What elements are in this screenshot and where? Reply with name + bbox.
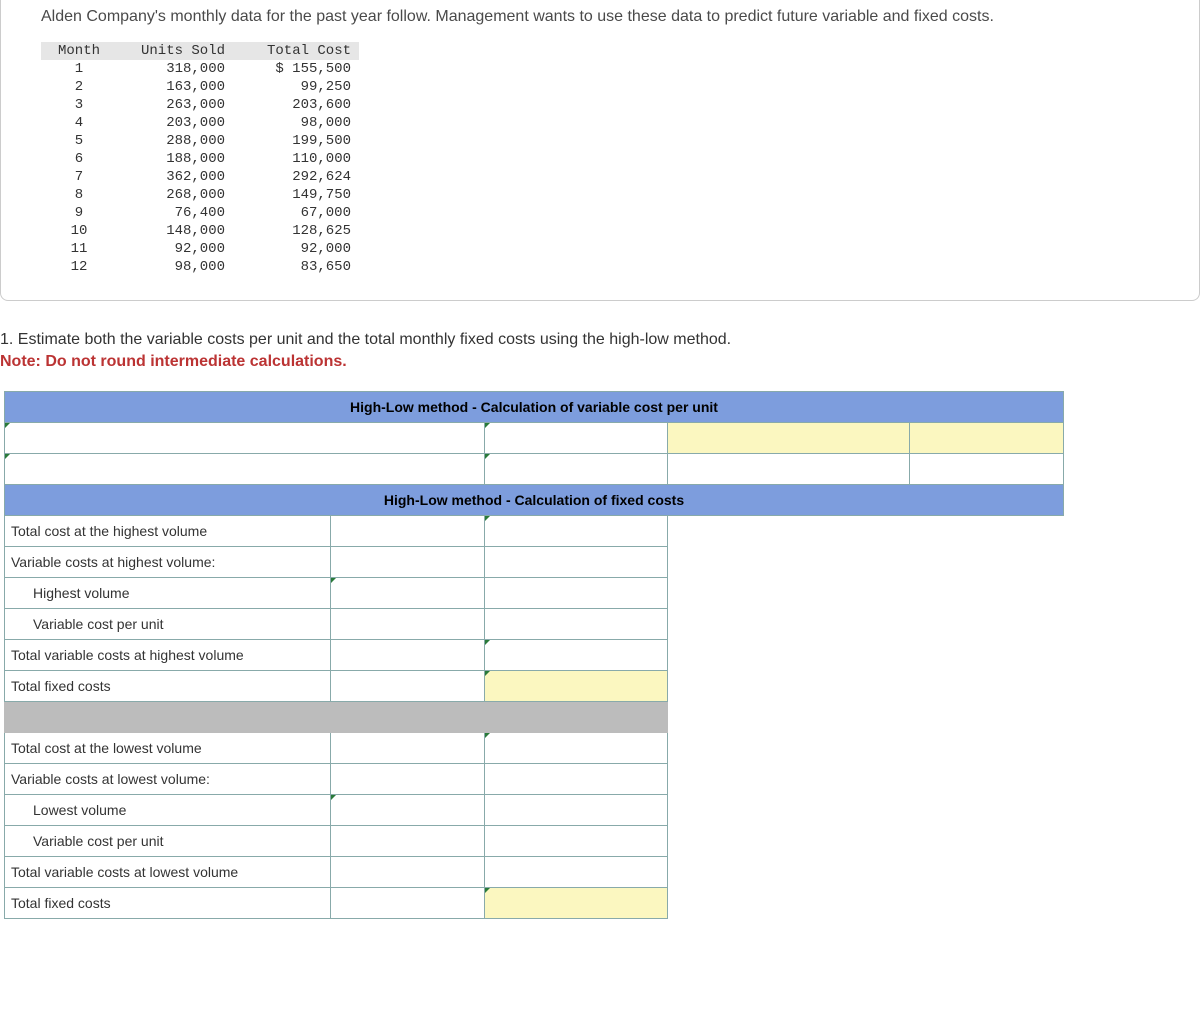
- label-low-vol: Lowest volume: [5, 795, 331, 826]
- section-header-variable: High-Low method - Calculation of variabl…: [5, 392, 1064, 423]
- data-cost: 199,500: [233, 132, 359, 150]
- data-units: 148,000: [117, 222, 233, 240]
- data-cost: 128,625: [233, 222, 359, 240]
- data-month: 10: [41, 222, 117, 240]
- col-header-month: Month: [41, 42, 117, 60]
- data-month: 3: [41, 96, 117, 114]
- fc-varhigh-b[interactable]: [485, 547, 668, 578]
- data-month: 11: [41, 240, 117, 258]
- data-units: 263,000: [117, 96, 233, 114]
- data-units: 362,000: [117, 168, 233, 186]
- label-high-vol: Highest volume: [5, 578, 331, 609]
- data-cost: 92,000: [233, 240, 359, 258]
- fc-fixed1-b[interactable]: [485, 671, 668, 702]
- data-cost: 83,650: [233, 258, 359, 276]
- data-cost: 67,000: [233, 204, 359, 222]
- data-month: 12: [41, 258, 117, 276]
- monthly-data-table: Month Units Sold Total Cost 1318,000$ 15…: [41, 42, 359, 276]
- data-month: 9: [41, 204, 117, 222]
- vc-val-1b[interactable]: [668, 423, 909, 454]
- intro-text: Alden Company's monthly data for the pas…: [41, 8, 1159, 26]
- fc-lowvol-b[interactable]: [485, 795, 668, 826]
- vc-val-2b[interactable]: [668, 454, 909, 485]
- label-total-low: Total cost at the lowest volume: [5, 733, 331, 764]
- vc-val-1c[interactable]: [909, 423, 1064, 454]
- fc-tvchigh-a[interactable]: [330, 640, 484, 671]
- data-units: 203,000: [117, 114, 233, 132]
- label-fixed-2: Total fixed costs: [5, 888, 331, 919]
- vc-desc-2[interactable]: [5, 454, 485, 485]
- fc-tvclow-b[interactable]: [485, 857, 668, 888]
- data-cost: 98,000: [233, 114, 359, 132]
- data-cost: 99,250: [233, 78, 359, 96]
- fc-tvclow-a[interactable]: [330, 857, 484, 888]
- fc-low-total-a[interactable]: [330, 733, 484, 764]
- data-cost: $ 155,500: [233, 60, 359, 78]
- fc-fixed2-a[interactable]: [330, 888, 484, 919]
- data-units: 92,000: [117, 240, 233, 258]
- note-text: Note: Do not round intermediate calculat…: [0, 353, 1200, 371]
- col-header-units: Units Sold: [117, 42, 233, 60]
- label-vcpu-2: Variable cost per unit: [5, 826, 331, 857]
- data-units: 76,400: [117, 204, 233, 222]
- fc-highvol-b[interactable]: [485, 578, 668, 609]
- data-month: 1: [41, 60, 117, 78]
- vc-val-1a[interactable]: [485, 423, 668, 454]
- fc-vcpu1-b[interactable]: [485, 609, 668, 640]
- vc-val-2a[interactable]: [485, 454, 668, 485]
- fc-fixed1-a[interactable]: [330, 671, 484, 702]
- data-units: 288,000: [117, 132, 233, 150]
- data-cost: 110,000: [233, 150, 359, 168]
- vc-desc-1[interactable]: [5, 423, 485, 454]
- problem-context: Alden Company's monthly data for the pas…: [0, 0, 1200, 301]
- label-vcpu-1: Variable cost per unit: [5, 609, 331, 640]
- data-units: 318,000: [117, 60, 233, 78]
- data-month: 7: [41, 168, 117, 186]
- label-var-low: Variable costs at lowest volume:: [5, 764, 331, 795]
- data-units: 268,000: [117, 186, 233, 204]
- data-cost: 203,600: [233, 96, 359, 114]
- fc-varlow-b[interactable]: [485, 764, 668, 795]
- data-month: 6: [41, 150, 117, 168]
- vc-val-2c[interactable]: [909, 454, 1064, 485]
- col-header-cost: Total Cost: [233, 42, 359, 60]
- label-total-high: Total cost at the highest volume: [5, 516, 331, 547]
- fc-lowvol-a[interactable]: [330, 795, 484, 826]
- data-month: 2: [41, 78, 117, 96]
- section-header-fixed: High-Low method - Calculation of fixed c…: [5, 485, 1064, 516]
- separator-row: [5, 702, 668, 733]
- label-var-high: Variable costs at highest volume:: [5, 547, 331, 578]
- question-text: 1. Estimate both the variable costs per …: [0, 331, 1200, 349]
- fc-varlow-a[interactable]: [330, 764, 484, 795]
- fc-varhigh-a[interactable]: [330, 547, 484, 578]
- data-cost: 292,624: [233, 168, 359, 186]
- data-cost: 149,750: [233, 186, 359, 204]
- data-units: 188,000: [117, 150, 233, 168]
- fc-fixed2-b[interactable]: [485, 888, 668, 919]
- data-month: 8: [41, 186, 117, 204]
- label-tvc-low: Total variable costs at lowest volume: [5, 857, 331, 888]
- data-units: 98,000: [117, 258, 233, 276]
- fc-high-total-a[interactable]: [330, 516, 484, 547]
- data-month: 5: [41, 132, 117, 150]
- data-month: 4: [41, 114, 117, 132]
- fc-vcpu2-b[interactable]: [485, 826, 668, 857]
- label-tvc-high: Total variable costs at highest volume: [5, 640, 331, 671]
- fc-tvchigh-b[interactable]: [485, 640, 668, 671]
- fc-low-total-b[interactable]: [485, 733, 668, 764]
- fc-highvol-a[interactable]: [330, 578, 484, 609]
- label-fixed-1: Total fixed costs: [5, 671, 331, 702]
- worksheet-table: High-Low method - Calculation of variabl…: [4, 391, 1064, 919]
- data-units: 163,000: [117, 78, 233, 96]
- fc-vcpu2-a[interactable]: [330, 826, 484, 857]
- fc-vcpu1-a[interactable]: [330, 609, 484, 640]
- fc-high-total-b[interactable]: [485, 516, 668, 547]
